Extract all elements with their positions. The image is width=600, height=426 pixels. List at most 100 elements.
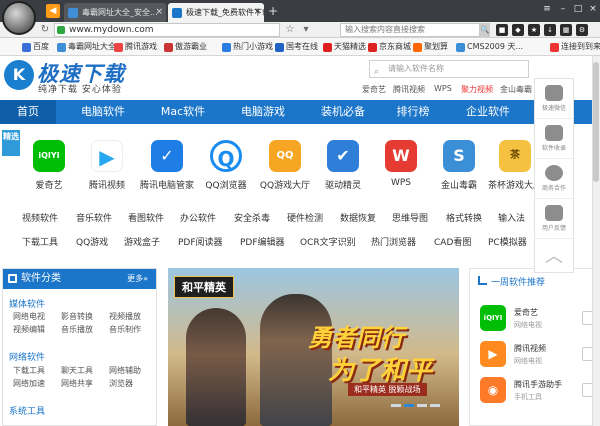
close-window-icon[interactable]: × [586, 3, 600, 16]
bookmark-item[interactable]: 腾讯游戏 [114, 41, 157, 53]
category-item[interactable]: 网络加速 [13, 378, 45, 389]
scrollbar-thumb[interactable] [593, 62, 599, 182]
bookmark-item[interactable]: 京东商城 [368, 41, 411, 53]
tag-link[interactable]: PDF阅读器 [178, 237, 223, 249]
nav-pc-software[interactable]: 电脑软件 [64, 100, 142, 124]
carousel-dot[interactable] [430, 404, 440, 407]
tag-link[interactable]: PC模拟器 [488, 237, 527, 249]
featured-app[interactable]: QQ QQ游戏大厅 [258, 140, 312, 191]
browser-search-input[interactable]: 输入搜索内容直接搜索 [340, 23, 480, 37]
menu-icon[interactable]: ≡ [540, 3, 554, 16]
url-input[interactable]: www.mydown.com [54, 23, 280, 37]
hot-search-link[interactable]: 爱奇艺 [362, 84, 386, 95]
hot-search-link[interactable]: 聚力视频 [461, 84, 493, 95]
hot-search-link[interactable]: 金山毒霸 [500, 84, 532, 95]
tag-link[interactable]: QQ游戏 [76, 237, 108, 249]
tab-duba[interactable]: 毒霸网址大全_安全... × [64, 3, 166, 22]
nav-home[interactable]: 首页 [0, 100, 56, 124]
tencent-video-icon[interactable]: ▶ [480, 341, 506, 367]
tag-link[interactable]: 看图软件 [128, 213, 164, 225]
recommend-name[interactable]: 腾讯视频 [514, 343, 546, 354]
category-item[interactable]: 网络辅助 [109, 365, 141, 376]
bookmark-item[interactable]: 毒霸网址大全 [57, 41, 116, 53]
recommend-name[interactable]: 爱奇艺 [514, 307, 538, 318]
category-title[interactable]: 媒体软件 [9, 297, 45, 310]
nav-enterprise[interactable]: 企业软件 [448, 100, 528, 124]
tag-link[interactable]: OCR文字识别 [300, 237, 356, 249]
submit-software-button[interactable]: 软件收录 [535, 119, 573, 159]
featured-app[interactable]: ▶ 腾讯视频 [80, 140, 134, 191]
more-link[interactable]: 更多» [127, 269, 148, 289]
tag-link[interactable]: CAD看图 [434, 237, 471, 249]
tencent-mobile-assistant-icon[interactable]: ◉ [480, 377, 506, 403]
star-icon[interactable]: ★ [528, 24, 540, 36]
back-arrow-icon[interactable]: ◀ [46, 4, 60, 18]
tag-link[interactable]: 安全杀毒 [234, 213, 270, 225]
tag-link[interactable]: 输入法 [498, 213, 525, 225]
bookmark-item[interactable]: CMS2009 天... [456, 41, 523, 53]
bookmark-item[interactable]: 傲游霸业 [164, 41, 207, 53]
tag-link[interactable]: PDF编辑器 [240, 237, 285, 249]
new-tab-button[interactable]: + [266, 3, 280, 20]
category-title[interactable]: 网络软件 [9, 350, 45, 363]
dropdown-icon[interactable]: ▾ [299, 23, 313, 37]
tab-mydown[interactable]: 极速下载_免费软件下载 × [168, 3, 264, 22]
bookmark-item[interactable]: 天猫精选 [323, 41, 366, 53]
nav-rankings[interactable]: 排行榜 [385, 100, 441, 124]
featured-app[interactable]: ✓ 腾讯电脑管家 [140, 140, 194, 191]
category-item[interactable]: 影音转换 [61, 311, 93, 322]
featured-app[interactable]: S 金山毒霸 [432, 140, 486, 191]
grid-icon[interactable]: ▦ [560, 24, 572, 36]
bookmark-item[interactable]: 连接到到来 [550, 41, 600, 53]
carousel-dot[interactable] [417, 404, 427, 407]
bookmark-item[interactable]: 百度 [22, 41, 49, 53]
refresh-icon[interactable]: ↻ [38, 23, 52, 37]
category-item[interactable]: 视频编辑 [13, 324, 45, 335]
site-search-input[interactable]: ⌕ 请输入软件名称 [369, 60, 529, 78]
site-logo-icon[interactable]: K [4, 60, 34, 90]
feedback-button[interactable]: 用户反馈 [535, 199, 573, 239]
iqiyi-icon[interactable]: iQIYI [480, 305, 506, 331]
business-button[interactable]: 商务合作 [535, 159, 573, 199]
category-item[interactable]: 视频播放 [109, 311, 141, 322]
category-item[interactable]: 网络电视 [13, 311, 45, 322]
bookmark-item[interactable]: 热门小游戏 [222, 41, 273, 53]
hot-search-link[interactable]: 腾讯视频 [393, 84, 425, 95]
featured-app[interactable]: W WPS [374, 140, 428, 188]
tag-link[interactable]: 办公软件 [180, 213, 216, 225]
browser-logo-icon[interactable] [2, 1, 36, 35]
category-item[interactable]: 音乐制作 [109, 324, 141, 335]
extension-icon[interactable]: ■ [496, 24, 508, 36]
bookmark-item[interactable]: 聚划算 [413, 41, 448, 53]
nav-pc-games[interactable]: 电脑游戏 [225, 100, 301, 124]
bookmark-item[interactable]: 国考在线 [275, 41, 318, 53]
tag-link[interactable]: 游戏盒子 [124, 237, 160, 249]
minimize-icon[interactable]: – [556, 3, 570, 16]
featured-app[interactable]: ✔ 驱动精灵 [316, 140, 370, 191]
featured-app[interactable]: Q QQ浏览器 [199, 140, 253, 191]
tag-link[interactable]: 硬件检测 [287, 213, 323, 225]
category-title[interactable]: 系统工具 [9, 404, 45, 417]
carousel-dot-active[interactable] [404, 404, 414, 407]
carousel-dot[interactable] [391, 404, 401, 407]
wechat-button[interactable]: 极速微信 [535, 79, 573, 119]
category-item[interactable]: 浏览器 [109, 378, 133, 389]
tag-link[interactable]: 热门浏览器 [371, 237, 416, 249]
download-icon[interactable]: ↓ [544, 24, 556, 36]
featured-app[interactable]: iQIYI 爱奇艺 [22, 140, 76, 191]
search-icon[interactable]: 🔍 [480, 23, 490, 37]
back-to-top-icon[interactable]: ︿ [535, 241, 573, 273]
close-tab-icon[interactable]: × [253, 3, 261, 22]
tag-link[interactable]: 思维导图 [392, 213, 428, 225]
hot-search-link[interactable]: WPS [434, 84, 452, 93]
settings-icon[interactable]: ⚙ [576, 24, 588, 36]
close-tab-icon[interactable]: × [155, 3, 163, 22]
category-item[interactable]: 聊天工具 [61, 365, 93, 376]
category-item[interactable]: 音乐播放 [61, 324, 93, 335]
maximize-icon[interactable]: □ [571, 3, 585, 16]
category-item[interactable]: 网络共享 [61, 378, 93, 389]
category-item[interactable]: 下载工具 [13, 365, 45, 376]
star-icon[interactable]: ☆ [283, 23, 297, 37]
recommend-name[interactable]: 腾讯手游助手 [514, 379, 562, 390]
tag-link[interactable]: 视频软件 [22, 213, 58, 225]
